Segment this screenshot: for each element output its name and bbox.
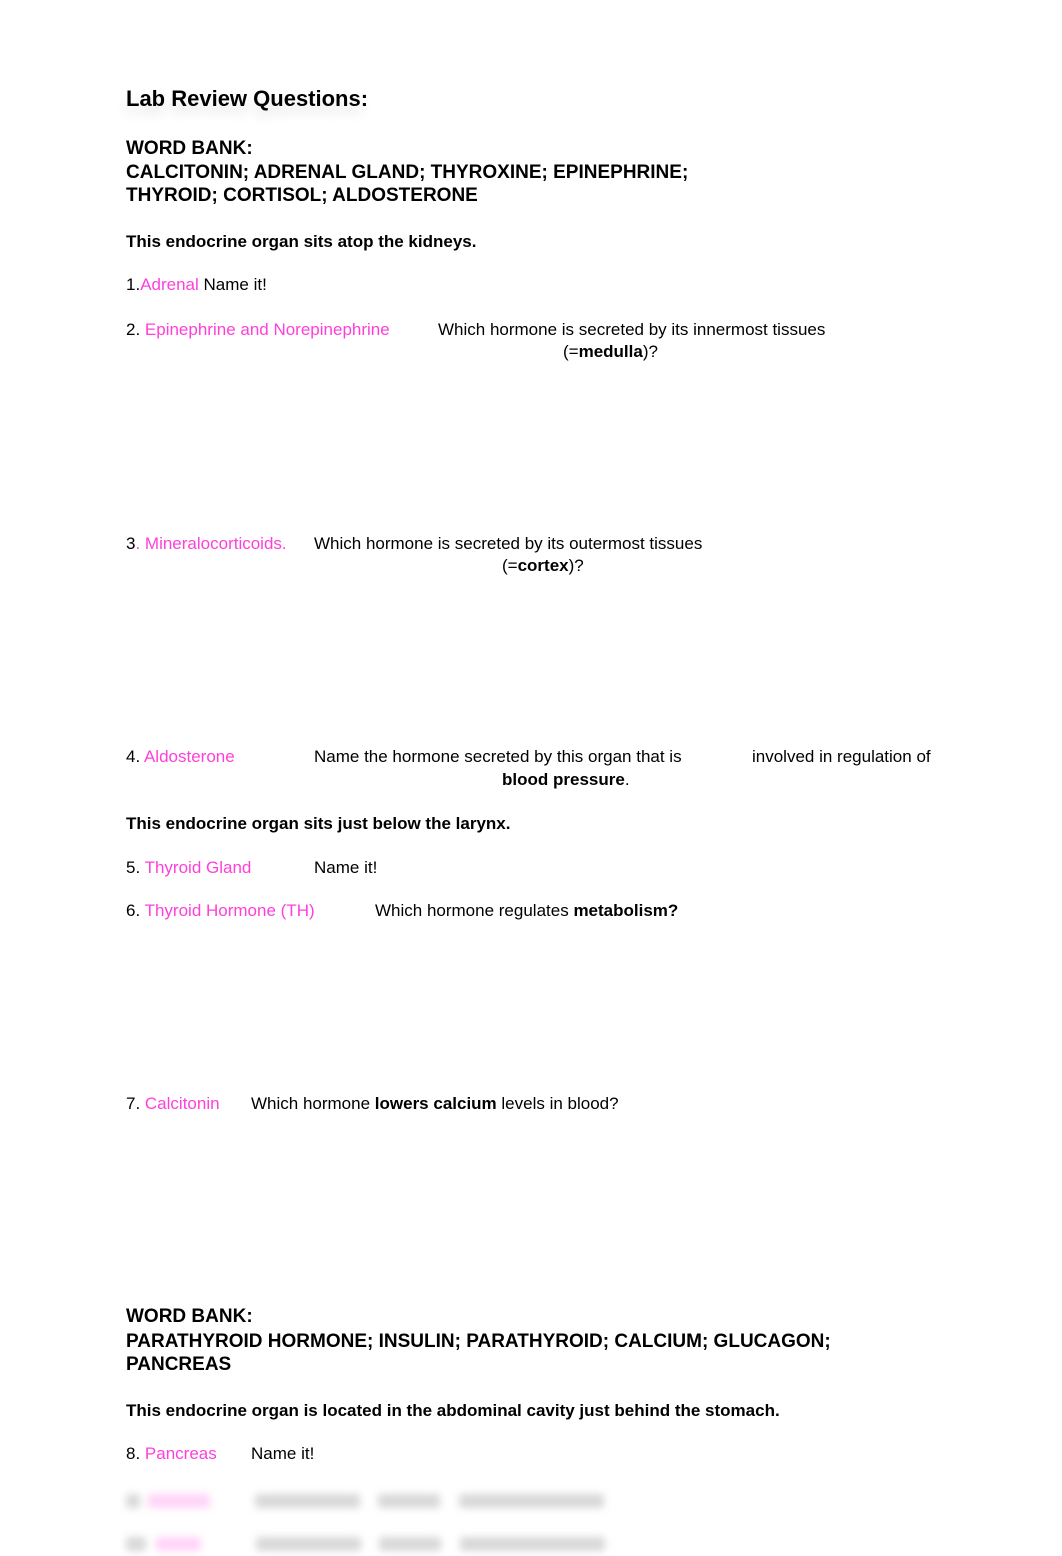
question-number: 7. xyxy=(126,1094,145,1113)
text: )? xyxy=(568,556,584,575)
text: . xyxy=(624,770,630,789)
word-bank-1-line-1: CALCITONIN; ADRENAL GLAND; THYROXINE; EP… xyxy=(126,162,689,183)
question-5-prompt: Name it! xyxy=(314,858,378,877)
word-bank-2-line-1: PARATHYROID HORMONE; INSULIN; PARATHYROI… xyxy=(126,1331,831,1352)
bold-term: cortex xyxy=(517,556,569,575)
question-8-prompt: Name it! xyxy=(251,1444,315,1463)
bold-term: lowers calcium xyxy=(374,1094,497,1113)
word-bank-2-label: WORD BANK: xyxy=(126,1306,253,1327)
bold-term: medulla xyxy=(578,342,643,361)
question-4-prompt-2: involved in regulation of xyxy=(752,747,931,766)
question-1: 1.Adrenal Name it! xyxy=(126,275,267,295)
text: (= xyxy=(563,342,579,361)
answer-text: Thyroid Hormone (TH) xyxy=(144,901,315,920)
redacted-question-line xyxy=(126,1492,604,1510)
answer-text: Aldosterone xyxy=(143,747,235,766)
question-number: 2. xyxy=(126,320,145,339)
text: levels in blood? xyxy=(496,1094,619,1113)
question-number: 8. xyxy=(126,1444,145,1463)
question-number: 5. xyxy=(126,858,145,877)
word-bank-2-line-2: PANCREAS xyxy=(126,1354,232,1375)
redacted-question-line xyxy=(126,1535,605,1553)
question-2: 2. Epinephrine and Norepinephrine xyxy=(126,320,390,340)
answer-text: . Mineralocorticoids. xyxy=(135,534,287,553)
bold-term: metabolism? xyxy=(573,901,679,920)
answer-text: Pancreas xyxy=(144,1444,217,1463)
question-number: 1. xyxy=(126,275,141,294)
text: )? xyxy=(642,342,658,361)
answer-text: Calcitonin xyxy=(144,1094,220,1113)
question-2-continuation: (=medulla)? xyxy=(563,342,658,362)
question-3-continuation: (=cortex)? xyxy=(502,556,584,576)
text: (= xyxy=(502,556,518,575)
question-7-prompt: Which hormone lowers calcium levels in b… xyxy=(251,1094,619,1114)
word-bank-1-label: WORD BANK: xyxy=(126,138,253,159)
question-number: 4. xyxy=(126,747,144,766)
text: Which hormone xyxy=(251,1094,375,1113)
answer-text: Adrenal xyxy=(140,275,199,294)
question-prompt: Name it! xyxy=(198,275,267,294)
question-2-prompt: Which hormone is secreted by its innermo… xyxy=(438,320,826,339)
question-8: 8. Pancreas xyxy=(126,1444,217,1464)
page-title: Lab Review Questions: xyxy=(126,86,369,111)
question-number: 6. xyxy=(126,901,145,920)
question-7: 7. Calcitonin xyxy=(126,1094,220,1114)
question-3-prompt: Which hormone is secreted by its outermo… xyxy=(314,534,703,553)
section-1-intro: This endocrine organ sits atop the kidne… xyxy=(126,232,477,251)
question-4: 4. Aldosterone xyxy=(126,747,235,767)
bold-term: blood pressure xyxy=(502,770,625,789)
word-bank-1-line-2: THYROID; CORTISOL; ALDOSTERONE xyxy=(126,185,478,206)
question-3: 3. Mineralocorticoids. xyxy=(126,534,287,554)
question-6: 6. Thyroid Hormone (TH) xyxy=(126,901,315,921)
question-4-prompt: Name the hormone secreted by this organ … xyxy=(314,747,682,766)
text: Which hormone regulates xyxy=(375,901,574,920)
question-5: 5. Thyroid Gland xyxy=(126,858,251,878)
answer-text: Thyroid Gland xyxy=(144,858,252,877)
answer-text: Epinephrine and Norepinephrine xyxy=(144,320,390,339)
question-4-continuation: blood pressure. xyxy=(502,770,630,790)
section-2-intro: This endocrine organ sits just below the… xyxy=(126,814,511,833)
question-6-prompt: Which hormone regulates metabolism? xyxy=(375,901,678,921)
section-3-intro: This endocrine organ is located in the a… xyxy=(126,1401,780,1420)
